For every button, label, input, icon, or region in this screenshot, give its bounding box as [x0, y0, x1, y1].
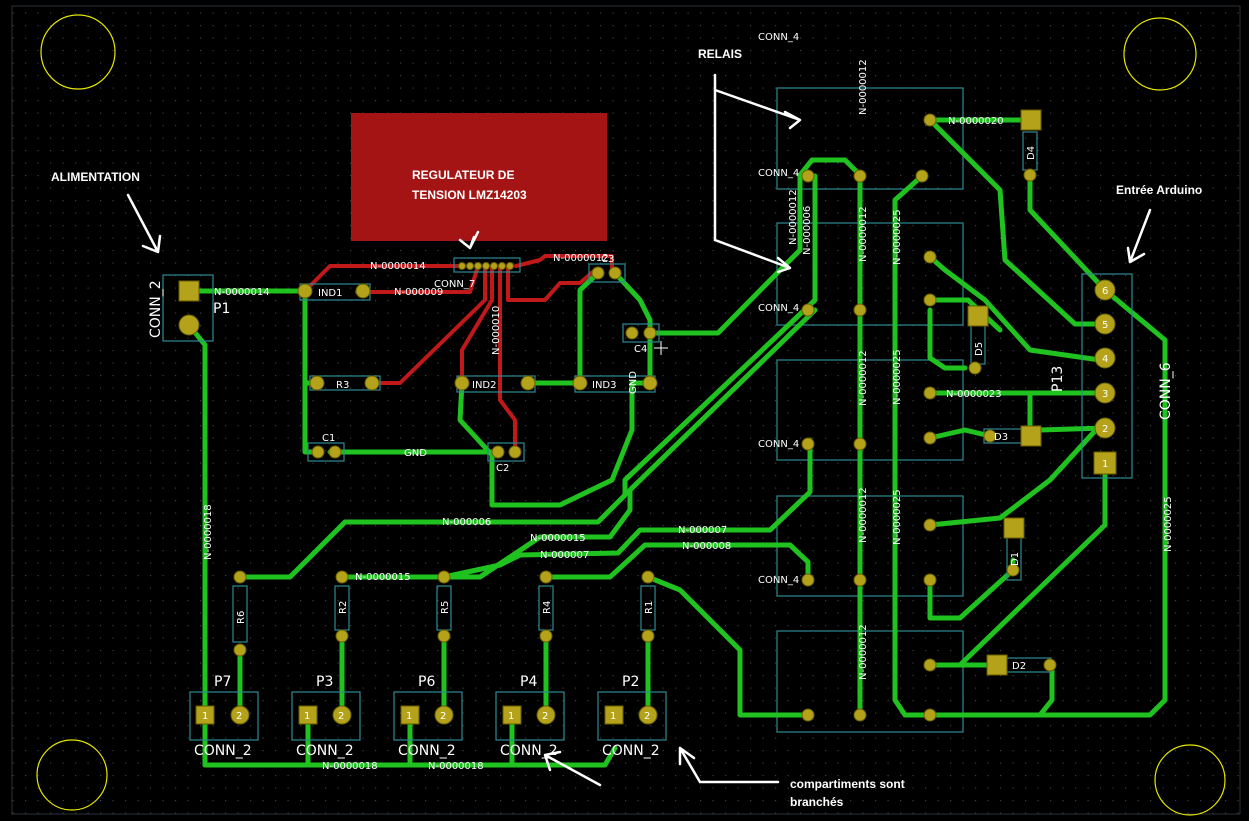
- net-n18-b1: N-0000018: [322, 761, 378, 772]
- net-n07-b: N-000007: [678, 525, 727, 536]
- grid-dots: [10, 5, 1242, 815]
- p1-pad-2[interactable]: [178, 314, 200, 336]
- label-compartiments-1: compartiments sont: [790, 777, 905, 791]
- label-entree-arduino: Entrée Arduino: [1116, 183, 1202, 197]
- ref-conn2-p7: CONN_2: [194, 743, 252, 759]
- label-regulateur-1: REGULATEUR DE: [412, 168, 514, 182]
- label-compartiments-2: branchés: [790, 795, 844, 809]
- ref-r5: R5: [440, 601, 451, 614]
- net-n10: N-000010: [491, 306, 502, 355]
- ref-conn4-0: CONN_4: [758, 32, 799, 43]
- p7-pin1-label: 1: [202, 711, 208, 722]
- p13-pin-6: 6: [1102, 286, 1108, 297]
- net-n18-v: N-0000018: [203, 504, 214, 560]
- label-alimentation: ALIMENTATION: [51, 170, 140, 184]
- net-n12-v5: N-0000012: [858, 624, 869, 680]
- ref-r4: R4: [542, 601, 553, 614]
- label-relais: RELAIS: [698, 47, 742, 61]
- p13-pin-2: 2: [1102, 424, 1108, 435]
- net-n06-v: N-000006: [802, 206, 813, 255]
- ref-ind2: IND2: [472, 380, 497, 391]
- net-n25-v1: N-0000025: [892, 209, 903, 265]
- p13-pin-1: 1: [1102, 459, 1108, 470]
- net-n25-right: N-0000025: [1163, 496, 1174, 552]
- net-n25-v3: N-0000025: [892, 489, 903, 545]
- ref-ind3: IND3: [592, 380, 617, 391]
- p13-pin-3: 3: [1102, 389, 1108, 400]
- ref-r6: R6: [236, 611, 247, 624]
- ref-conn2-p6: CONN_2: [398, 743, 456, 759]
- net-gnd-v: GND: [628, 371, 639, 394]
- p4-pin1-label: 1: [508, 711, 514, 722]
- ref-ind1: IND1: [318, 288, 343, 299]
- ref-p2: P2: [622, 674, 639, 690]
- net-n09: N-000009: [394, 287, 443, 298]
- ref-conn2-p3: CONN_2: [296, 743, 354, 759]
- ref-conn4-3: CONN_4: [758, 439, 799, 450]
- p6-pin2-label: 2: [440, 711, 446, 722]
- net-gnd-h: GND: [404, 448, 427, 459]
- pcb-layout-view: ALIMENTATION REGULATEUR DE TENSION LMZ14…: [0, 0, 1249, 821]
- ref-conn2-left: CONN_2: [148, 280, 164, 338]
- net-n12-v2: N-0000012: [858, 206, 869, 262]
- p2-pin2-label: 2: [644, 711, 650, 722]
- ref-d4: D4: [1026, 146, 1037, 160]
- ref-p3: P3: [316, 674, 333, 690]
- net-n07-a: N-000007: [540, 550, 589, 561]
- net-n12-v1: N-0000012: [788, 189, 799, 245]
- net-n23: N-0000023: [946, 389, 1002, 400]
- net-n12-v3: N-0000012: [858, 350, 869, 406]
- net-n12-v4: N-0000012: [858, 487, 869, 543]
- p3-pin2-label: 2: [338, 711, 344, 722]
- label-regulateur-2: TENSION LMZ14203: [412, 188, 527, 202]
- p13-pin-5: 5: [1102, 320, 1108, 331]
- ref-conn4-2: CONN_4: [758, 303, 799, 314]
- ref-d1: D1: [1010, 552, 1021, 566]
- net-n12-v6: N-0000012: [858, 59, 869, 115]
- ref-conn2-p2: CONN_2: [602, 743, 660, 759]
- net-n06-h: N-000006: [442, 517, 491, 528]
- net-n12-top: N-0000012: [553, 253, 609, 264]
- p4-pin2-label: 2: [542, 711, 548, 722]
- ref-d5: D5: [974, 342, 985, 356]
- p2-pin1-label: 1: [610, 711, 616, 722]
- ref-p13: P13: [1050, 366, 1066, 392]
- ref-p6: P6: [418, 674, 435, 690]
- ref-c4: C4: [634, 344, 647, 355]
- ref-conn4-4: CONN_4: [758, 575, 799, 586]
- ref-p7: P7: [214, 674, 231, 690]
- p13-pin-4: 4: [1102, 354, 1108, 365]
- net-n20: N-0000020: [948, 116, 1004, 127]
- diode-d2[interactable]: D2: [986, 654, 1057, 676]
- net-n15-h: N-0000015: [355, 572, 411, 583]
- net-n18-b2: N-0000018: [428, 761, 484, 772]
- ref-d2: D2: [1012, 661, 1026, 672]
- ref-r3: R3: [336, 380, 349, 391]
- net-n25-v2: N-0000025: [892, 349, 903, 405]
- net-n14-a: N-0000014: [214, 287, 270, 298]
- ref-p4: P4: [520, 674, 537, 690]
- net-n15-r: N-0000015: [530, 533, 586, 544]
- ref-conn4-1: CONN_4: [758, 168, 799, 179]
- ref-conn2-p4: CONN_2: [500, 743, 558, 759]
- ref-r1: R1: [644, 601, 655, 614]
- ref-conn6: CONN_6: [1158, 362, 1174, 420]
- p7-pin2-label: 2: [236, 711, 242, 722]
- p6-pin1-label: 1: [406, 711, 412, 722]
- net-n14-b: N-0000014: [370, 261, 426, 272]
- p1-pad-1[interactable]: [178, 280, 200, 302]
- ref-r2: R2: [338, 601, 349, 614]
- ref-c1: C1: [322, 433, 335, 444]
- ref-p1: P1: [213, 301, 230, 317]
- ref-d3: D3: [994, 432, 1008, 443]
- p3-pin1-label: 1: [304, 711, 310, 722]
- ref-c2: C2: [496, 463, 509, 474]
- net-n08: N-000008: [682, 541, 731, 552]
